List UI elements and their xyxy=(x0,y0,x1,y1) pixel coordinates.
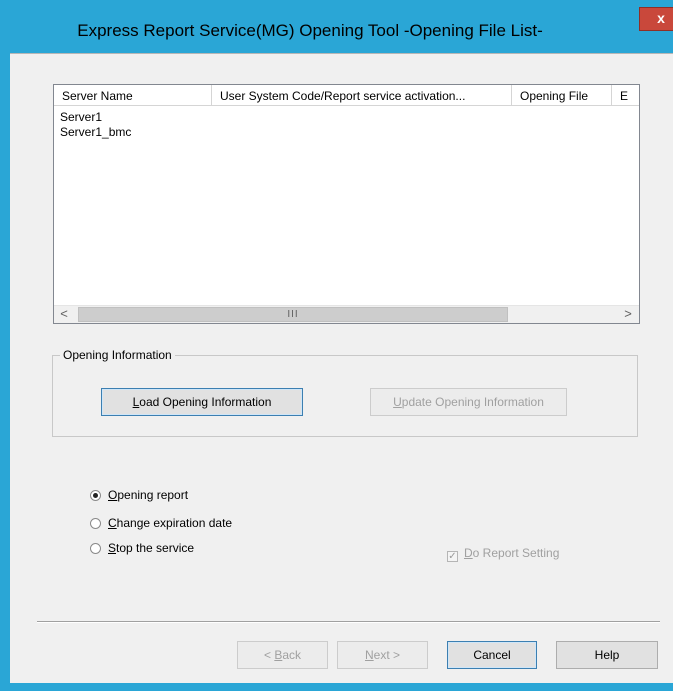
dialog-body: Server Name User System Code/Report serv… xyxy=(10,53,673,683)
list-header: Server Name User System Code/Report serv… xyxy=(54,85,639,107)
scroll-right-icon[interactable]: > xyxy=(618,306,638,323)
checkmark-icon: ✓ xyxy=(447,551,458,562)
button-label: oad Opening Information xyxy=(139,395,272,409)
back-button: < Back xyxy=(237,641,328,669)
scroll-thumb[interactable]: III xyxy=(78,307,508,322)
window-frame: Express Report Service(MG) Opening Tool … xyxy=(0,0,673,691)
back-arrow: < xyxy=(263,648,275,662)
radio-opening-report[interactable]: Opening report xyxy=(90,487,188,503)
cancel-button[interactable]: Cancel xyxy=(447,641,537,669)
radio-change-expiration-date[interactable]: Change expiration date xyxy=(90,515,232,531)
radio-unselected-icon xyxy=(90,518,101,529)
title-bar[interactable]: Express Report Service(MG) Opening Tool … xyxy=(10,7,673,53)
mnemonic: S xyxy=(108,541,117,555)
checkbox-label: o Report Setting xyxy=(472,546,560,560)
mnemonic: D xyxy=(464,546,473,560)
radio-unselected-icon xyxy=(90,543,101,554)
mnemonic: N xyxy=(364,648,374,662)
load-opening-information-button[interactable]: Load Opening Information xyxy=(101,388,303,416)
column-header-e[interactable]: E xyxy=(612,85,639,106)
opening-information-label: Opening Information xyxy=(60,348,175,362)
column-header-user-system-code[interactable]: User System Code/Report service activati… xyxy=(212,85,512,106)
horizontal-scrollbar[interactable]: < III > xyxy=(54,305,639,323)
radio-label: top the service xyxy=(116,541,195,555)
scroll-left-icon[interactable]: < xyxy=(54,306,74,323)
radio-label: hange expiration date xyxy=(116,516,233,530)
list-item[interactable]: Server1 xyxy=(60,110,102,125)
close-icon: x xyxy=(657,10,665,26)
mnemonic: O xyxy=(108,488,118,502)
column-header-server-name[interactable]: Server Name xyxy=(54,85,212,106)
button-label: pdate Opening Information xyxy=(401,395,544,409)
button-label: ext xyxy=(373,648,390,662)
update-opening-information-button: Update Opening Information xyxy=(370,388,567,416)
close-button[interactable]: x xyxy=(639,7,673,31)
list-item[interactable]: Server1_bmc xyxy=(60,125,131,140)
server-list[interactable]: Server Name User System Code/Report serv… xyxy=(53,84,640,324)
help-button[interactable]: Help xyxy=(556,641,658,669)
radio-label: pening report xyxy=(117,488,189,502)
next-button: Next > xyxy=(337,641,428,669)
next-arrow: > xyxy=(389,648,401,662)
radio-stop-the-service[interactable]: Stop the service xyxy=(90,540,194,556)
do-report-setting-checkbox: ✓ Do Report Setting xyxy=(447,545,560,562)
window-title: Express Report Service(MG) Opening Tool … xyxy=(77,21,543,40)
column-header-opening-file[interactable]: Opening File xyxy=(512,85,612,106)
mnemonic: U xyxy=(393,395,402,409)
mnemonic: C xyxy=(108,516,117,530)
footer-separator xyxy=(37,621,660,623)
radio-selected-icon xyxy=(90,490,101,501)
button-label: ack xyxy=(282,648,302,662)
